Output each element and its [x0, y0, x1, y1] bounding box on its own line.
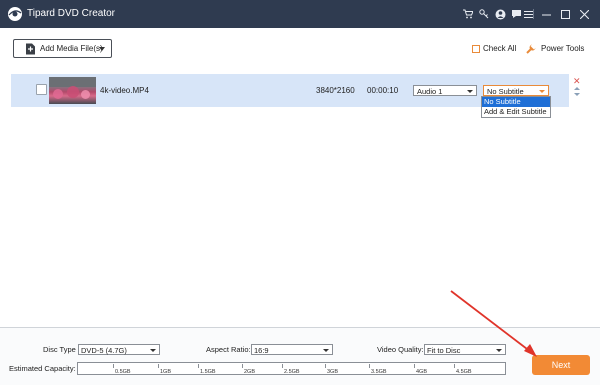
subtitle-value: No Subtitle [487, 87, 524, 96]
close-icon[interactable] [578, 8, 590, 20]
user-icon[interactable] [494, 8, 506, 20]
capacity-bar: 0.5GB 1GB 1.5GB 2GB 2.5GB 3GB 3.5GB 4GB … [77, 362, 506, 375]
move-down-icon[interactable] [574, 93, 580, 96]
move-up-icon[interactable] [574, 87, 580, 90]
titlebar-separator [533, 9, 534, 19]
capacity-tick: 3GB [324, 364, 339, 375]
aspect-ratio-value: 16:9 [254, 346, 269, 355]
add-media-label: Add Media File(s) [40, 44, 103, 53]
disc-type-value: DVD-5 (4.7G) [81, 346, 127, 355]
cart-icon[interactable] [462, 8, 474, 20]
check-all-label: Check All [483, 44, 517, 53]
power-tools-icon [526, 44, 536, 54]
aspect-ratio-label: Aspect Ratio: [206, 345, 251, 354]
app-title: Tipard DVD Creator [27, 8, 115, 19]
check-all-control[interactable]: Check All [472, 44, 516, 53]
capacity-tick: 0.5GB [113, 364, 131, 375]
subtitle-option-no-subtitle[interactable]: No Subtitle [482, 97, 550, 107]
media-resolution: 3840*2160 [316, 86, 355, 95]
minimize-icon[interactable] [540, 8, 552, 20]
capacity-tick: 1.5GB [198, 364, 216, 375]
add-media-button[interactable]: Add Media File(s) [13, 39, 112, 58]
key-icon[interactable] [478, 8, 490, 20]
capacity-tick: 3.5GB [369, 364, 387, 375]
video-quality-value: Fit to Disc [427, 346, 461, 355]
capacity-tick: 2.5GB [282, 364, 300, 375]
chevron-down-icon [539, 89, 545, 93]
power-tools-label: Power Tools [541, 44, 585, 53]
check-all-checkbox[interactable] [472, 44, 480, 53]
capacity-tick: 1GB [157, 364, 172, 375]
power-tools-button[interactable]: Power Tools [525, 42, 584, 55]
disc-type-select[interactable]: DVD-5 (4.7G) [78, 344, 160, 355]
audio-track-select[interactable]: Audio 1 [413, 85, 477, 96]
media-row-checkbox[interactable] [36, 84, 47, 95]
video-quality-select[interactable]: Fit to Disc [424, 344, 506, 355]
maximize-icon[interactable] [559, 8, 571, 20]
output-settings-panel: Disc Type DVD-5 (4.7G) Aspect Ratio: 16:… [0, 327, 600, 385]
subtitle-select[interactable]: No Subtitle [483, 85, 549, 96]
next-button[interactable]: Next [532, 355, 590, 375]
app-logo-icon [8, 7, 22, 21]
video-quality-label: Video Quality: [377, 345, 424, 354]
remove-item-icon[interactable]: ✕ [573, 77, 581, 86]
chevron-down-icon [496, 348, 502, 352]
chevron-down-icon [323, 348, 329, 352]
capacity-tick: 4GB [413, 364, 428, 375]
title-bar: Tipard DVD Creator [0, 0, 600, 28]
chevron-down-icon[interactable] [99, 47, 105, 51]
subtitle-option-add-edit[interactable]: Add & Edit Subtitle [482, 107, 550, 117]
audio-track-value: Audio 1 [417, 87, 443, 96]
chevron-down-icon [467, 89, 473, 93]
disc-type-label: Disc Type [43, 345, 76, 354]
capacity-tick: 2GB [241, 364, 256, 375]
chevron-down-icon [150, 348, 156, 352]
chat-icon[interactable] [510, 8, 522, 20]
aspect-ratio-select[interactable]: 16:9 [251, 344, 333, 355]
add-file-icon [26, 43, 35, 55]
capacity-label: Estimated Capacity: [9, 364, 76, 373]
media-duration: 00:00:10 [367, 86, 399, 95]
subtitle-dropdown-menu: No Subtitle Add & Edit Subtitle [481, 96, 551, 118]
media-filename: 4k-video.MP4 [100, 86, 149, 95]
capacity-tick: 4.5GB [454, 364, 472, 375]
video-thumbnail [49, 77, 96, 104]
